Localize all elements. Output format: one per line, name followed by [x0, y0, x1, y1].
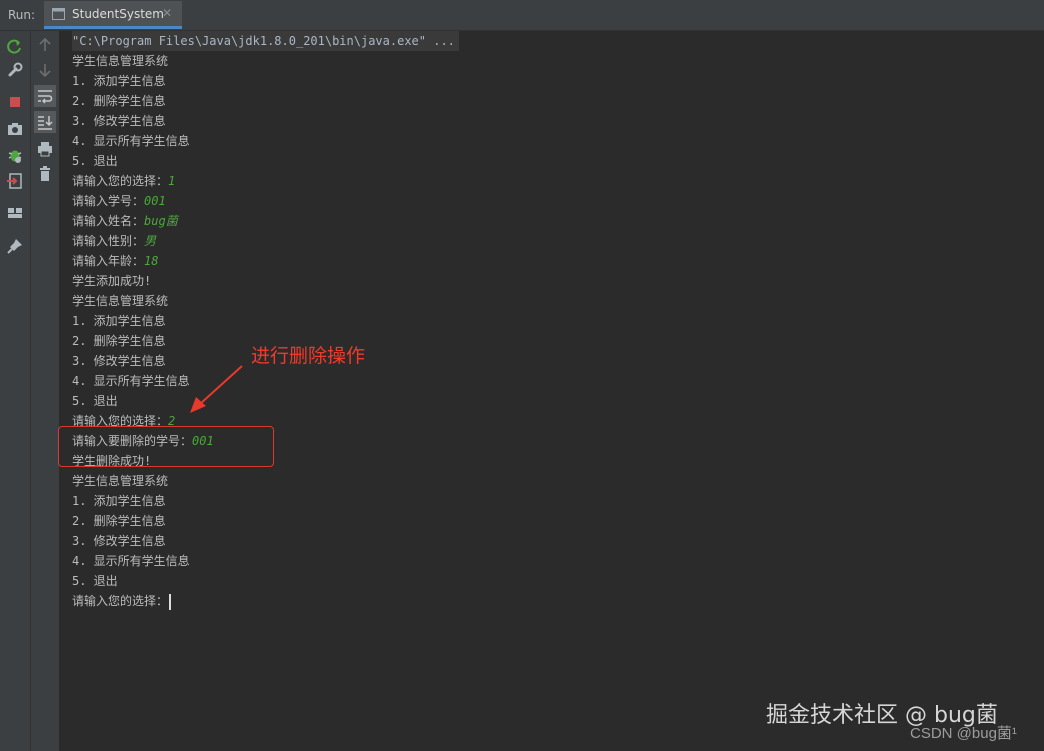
annotation-arrow — [190, 365, 243, 413]
watermark-csdn: CSDN @bug菌¹ — [910, 725, 1017, 742]
annotation-label: 进行删除操作 — [251, 345, 366, 367]
